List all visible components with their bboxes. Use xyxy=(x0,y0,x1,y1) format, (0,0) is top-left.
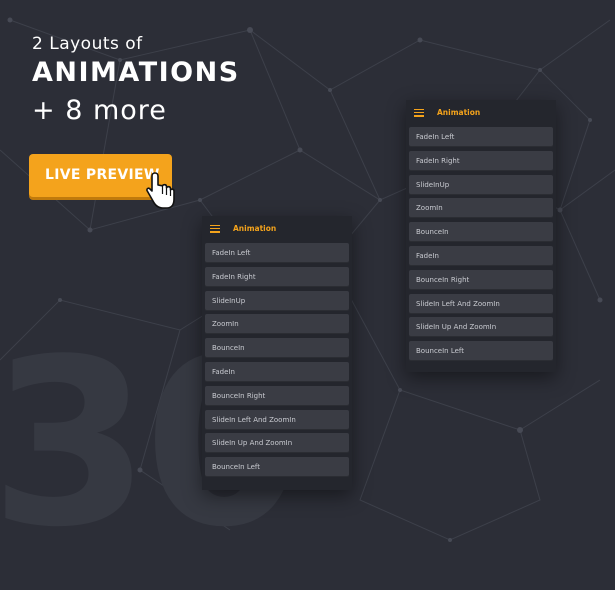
hero-text: 2 Layouts of ANIMATIONS + 8 more xyxy=(32,34,240,129)
animation-list: FadeIn Left FadeIn Right SlideInUp ZoomI… xyxy=(406,125,556,362)
animation-item-slidein-left-zoomin[interactable]: SlideIn Left And ZoomIn xyxy=(409,293,553,314)
animation-item-bouncein-right[interactable]: BounceIn Right xyxy=(205,385,349,406)
app-header: Animation xyxy=(202,216,352,241)
app-header: Animation xyxy=(406,100,556,125)
hero-title: ANIMATIONS xyxy=(32,57,240,88)
animation-item-slidein-up-zoomin[interactable]: SlideIn Up And ZoomIn xyxy=(409,317,553,338)
animation-item-bouncein[interactable]: BounceIn xyxy=(205,338,349,359)
hero-more-text: + 8 more xyxy=(32,95,167,126)
animation-item-bouncein[interactable]: BounceIn xyxy=(409,222,553,243)
animation-item-zoomin[interactable]: ZoomIn xyxy=(205,314,349,335)
phone-mockup-right: Animation FadeIn Left FadeIn Right Slide… xyxy=(406,100,556,372)
animation-item-slideinup[interactable]: SlideInUp xyxy=(409,174,553,195)
animation-item-bouncein-left[interactable]: BounceIn Left xyxy=(409,341,553,362)
animation-item-slidein-left-zoomin[interactable]: SlideIn Left And ZoomIn xyxy=(205,409,349,430)
hamburger-menu-icon[interactable] xyxy=(210,224,220,233)
pointing-hand-cursor-icon xyxy=(146,172,175,209)
animation-item-slidein-up-zoomin[interactable]: SlideIn Up And ZoomIn xyxy=(205,433,349,454)
animation-item-fadein-right[interactable]: FadeIn Right xyxy=(409,150,553,171)
animation-item-fadein[interactable]: FadeIn xyxy=(409,245,553,266)
animation-item-fadein-left[interactable]: FadeIn Left xyxy=(205,243,349,263)
animation-item-fadein-right[interactable]: FadeIn Right xyxy=(205,266,349,287)
app-header-title: Animation xyxy=(437,108,481,117)
animation-item-fadein-left[interactable]: FadeIn Left xyxy=(409,127,553,147)
animation-item-zoomin[interactable]: ZoomIn xyxy=(409,198,553,219)
phone-mockup-left: Animation FadeIn Left FadeIn Right Slide… xyxy=(202,216,352,490)
hero-subtitle: 2 Layouts of xyxy=(32,34,143,54)
hamburger-menu-icon[interactable] xyxy=(414,108,424,117)
animation-list: FadeIn Left FadeIn Right SlideInUp ZoomI… xyxy=(202,241,352,478)
animation-item-slideinup[interactable]: SlideInUp xyxy=(205,290,349,311)
animation-item-fadein[interactable]: FadeIn xyxy=(205,361,349,382)
animation-item-bouncein-right[interactable]: BounceIn Right xyxy=(409,269,553,290)
animation-item-bouncein-left[interactable]: BounceIn Left xyxy=(205,457,349,478)
app-header-title: Animation xyxy=(233,224,277,233)
